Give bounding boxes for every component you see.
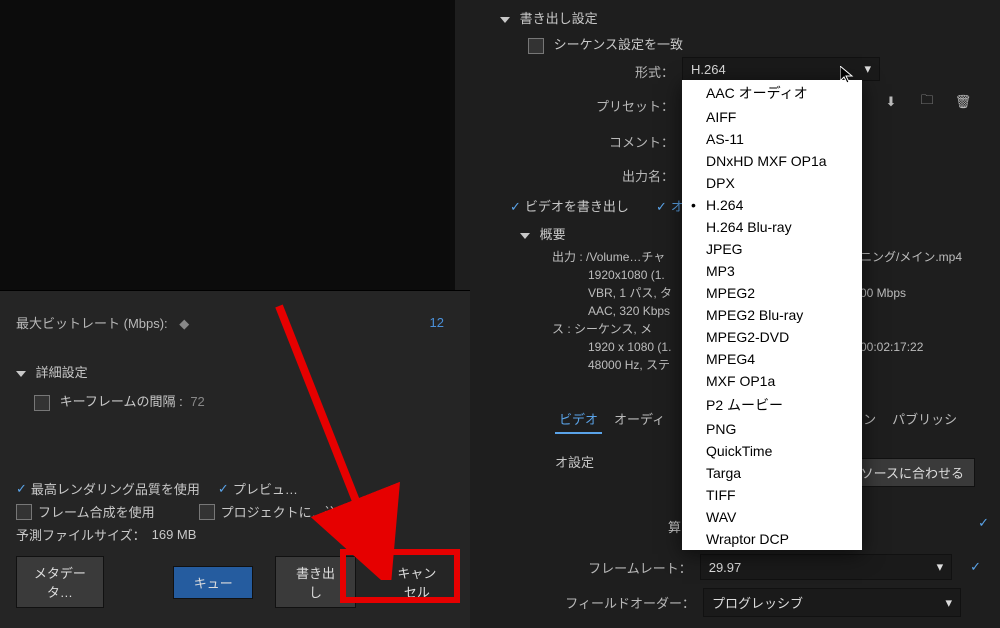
- format-option[interactable]: MPEG2 Blu-ray: [682, 304, 862, 326]
- check-icon[interactable]: [16, 481, 31, 497]
- max-bitrate-value[interactable]: 12: [430, 315, 454, 330]
- format-dropdown[interactable]: H.264 ▾: [682, 57, 880, 81]
- summary-section: 概要: [520, 224, 566, 243]
- chevron-down-icon: ▾: [945, 595, 952, 611]
- format-option[interactable]: Targa: [682, 462, 862, 484]
- framerate-row: フレームレート： 29.97▾: [555, 554, 985, 580]
- summary-output-label: 出力 :: [552, 250, 583, 264]
- format-option[interactable]: TIFF: [682, 484, 862, 506]
- keyframe-checkbox[interactable]: [34, 395, 50, 411]
- chevron-down-icon: ▾: [864, 61, 871, 77]
- summary-title: 概要: [540, 227, 566, 242]
- match-sequence-label: シーケンス設定を一致: [554, 37, 683, 52]
- chevron-down-icon: [500, 17, 510, 23]
- advanced-title: 詳細設定: [36, 365, 88, 380]
- format-label: 形式：: [590, 62, 682, 81]
- bitrate-slider-icon[interactable]: ◆: [179, 316, 189, 331]
- est-size-value: 169 MB: [152, 527, 197, 542]
- chevron-down-icon: [520, 233, 530, 239]
- check-icon[interactable]: [218, 481, 233, 497]
- annotation-export-highlight: [340, 549, 460, 603]
- format-option[interactable]: DNxHD MXF OP1a: [682, 150, 862, 172]
- save-preset-icon[interactable]: ⬇: [880, 92, 902, 112]
- check-icon: [510, 199, 525, 214]
- match-sequence-row[interactable]: シーケンス設定を一致: [528, 34, 683, 54]
- video-preview-area: [0, 0, 455, 290]
- format-dropdown-menu[interactable]: AAC オーディオAIFFAS-11DNxHD MXF OP1aDPXH.264…: [682, 80, 862, 550]
- keyframe-row[interactable]: キーフレームの間隔 : 72: [0, 385, 470, 417]
- queue-button[interactable]: キュー: [173, 566, 253, 599]
- est-size-label: 予測ファイルサイズ：: [16, 525, 146, 544]
- metadata-button[interactable]: メタデータ…: [16, 556, 104, 608]
- keyframe-value: 72: [190, 394, 204, 409]
- format-option[interactable]: MPEG2-DVD: [682, 326, 862, 348]
- format-option[interactable]: MPEG2: [682, 282, 862, 304]
- match-source-button[interactable]: ソースに合わせる: [850, 458, 975, 487]
- framerate-select[interactable]: 29.97▾: [700, 554, 952, 580]
- frame-blend-checkbox[interactable]: [16, 504, 32, 520]
- check-icon: [970, 559, 985, 575]
- section-export-settings: 書き出し設定: [500, 8, 598, 27]
- preset-label: プリセット：: [566, 96, 682, 115]
- format-option[interactable]: AAC オーディオ: [682, 80, 862, 106]
- summary-source-label: ス :: [552, 322, 571, 336]
- check-icon: [656, 199, 671, 214]
- output-name-label: 出力名：: [596, 166, 682, 185]
- summary-body: 出力 : /Volume…チャ 1920x1080 (1. VBR, 1 パス,…: [552, 248, 672, 374]
- fieldorder-row: フィールドオーダー： プログレッシブ▾: [555, 588, 985, 617]
- format-option[interactable]: DPX: [682, 172, 862, 194]
- delete-preset-icon[interactable]: 🗑: [952, 92, 974, 112]
- keyframe-label: キーフレームの間隔 :: [60, 394, 183, 409]
- summary-tails: ニング/メイン.mp4 00 Mbps 00:02:17:22: [860, 248, 962, 356]
- tab-audio[interactable]: オーディ: [610, 405, 669, 434]
- format-option[interactable]: AIFF: [682, 106, 862, 128]
- advanced-section: 詳細設定: [0, 342, 470, 385]
- max-bitrate-label: 最大ビットレート (Mbps):: [16, 316, 176, 331]
- preset-icons: ⬇ 🗀 🗑: [880, 92, 974, 112]
- format-option[interactable]: MP3: [682, 260, 862, 282]
- chevron-down-icon: ▾: [937, 559, 944, 575]
- format-option[interactable]: WAV: [682, 506, 862, 528]
- format-option[interactable]: AS-11: [682, 128, 862, 150]
- format-option[interactable]: MPEG4: [682, 348, 862, 370]
- format-option[interactable]: H.264 Blu-ray: [682, 216, 862, 238]
- tab-video[interactable]: ビデオ: [555, 405, 602, 434]
- match-sequence-checkbox[interactable]: [528, 38, 544, 54]
- export-settings-title: 書き出し設定: [520, 11, 598, 26]
- format-option[interactable]: QuickTime: [682, 440, 862, 462]
- chevron-down-icon: [16, 371, 26, 377]
- export-video-check[interactable]: ビデオを書き出し: [510, 196, 629, 215]
- fieldorder-select[interactable]: プログレッシブ▾: [703, 588, 961, 617]
- tab-publish[interactable]: パブリッシ: [888, 405, 961, 434]
- format-dropdown-value: H.264: [691, 62, 726, 77]
- format-option[interactable]: MXF OP1a: [682, 370, 862, 392]
- export-audio-check[interactable]: オ: [656, 196, 684, 215]
- format-option[interactable]: Wraptor DCP: [682, 528, 862, 550]
- comment-label: コメント：: [586, 132, 682, 151]
- import-project-checkbox[interactable]: [199, 504, 215, 520]
- format-option[interactable]: H.264: [682, 194, 862, 216]
- format-option[interactable]: JPEG: [682, 238, 862, 260]
- format-option[interactable]: P2 ムービー: [682, 392, 862, 418]
- import-preset-icon[interactable]: 🗀: [916, 92, 938, 112]
- format-option[interactable]: PNG: [682, 418, 862, 440]
- check-icon: ✓: [978, 515, 989, 531]
